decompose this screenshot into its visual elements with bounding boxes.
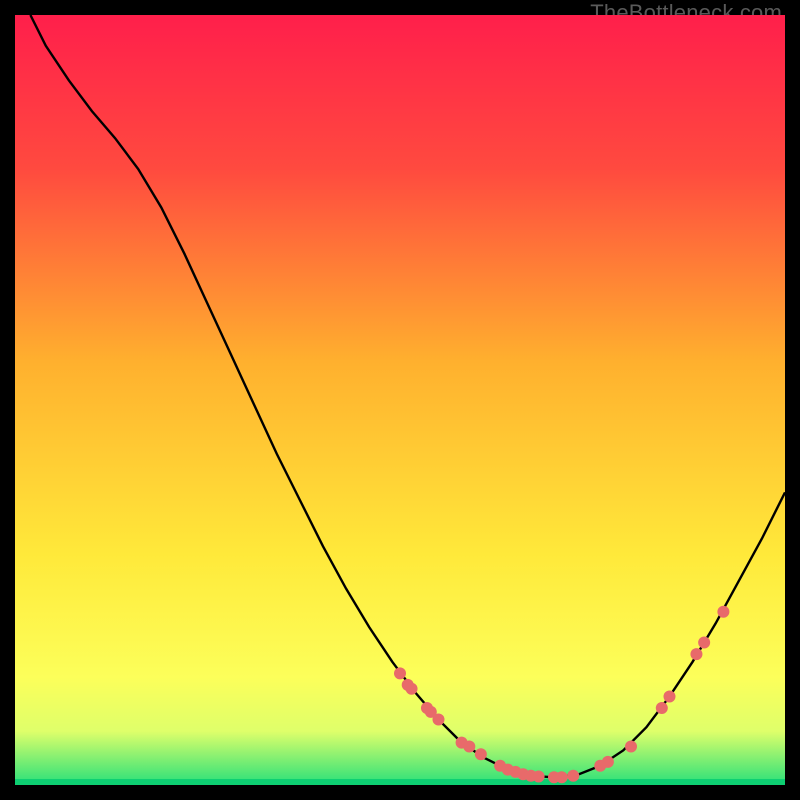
chart-bottom-edge [15, 779, 785, 785]
curve-marker [533, 771, 545, 783]
curve-marker [567, 770, 579, 782]
curve-marker [556, 771, 568, 783]
curve-marker [602, 756, 614, 768]
curve-marker [656, 702, 668, 714]
curve-marker [698, 637, 710, 649]
curve-marker [664, 690, 676, 702]
curve-marker [625, 741, 637, 753]
curve-marker [717, 606, 729, 618]
curve-marker [475, 748, 487, 760]
chart-svg [15, 15, 785, 785]
curve-marker [463, 741, 475, 753]
curve-marker [690, 648, 702, 660]
curve-marker [433, 714, 445, 726]
curve-marker [394, 667, 406, 679]
curve-marker [406, 683, 418, 695]
